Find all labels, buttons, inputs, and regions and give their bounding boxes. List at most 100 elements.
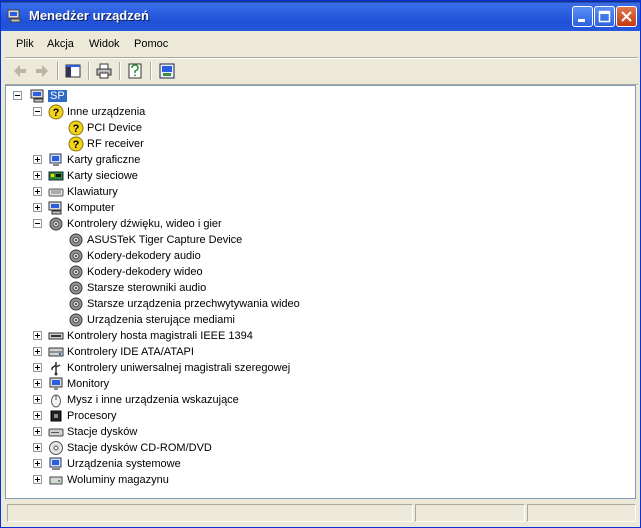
system-device-icon — [49, 457, 62, 470]
tree-node-label: Kontrolery hosta magistrali IEEE 1394 — [67, 330, 253, 342]
tree-category[interactable]: Karty sieciowe — [6, 168, 626, 184]
collapse-toggle[interactable] — [13, 91, 22, 100]
title-bar[interactable]: Menedżer urządzeń — [1, 1, 640, 31]
window-title: Menedżer urządzeń — [29, 8, 149, 23]
speaker-icon — [69, 265, 83, 279]
speaker-icon — [69, 249, 83, 263]
tree-node-label: Stacje dysków CD-ROM/DVD — [67, 442, 212, 454]
menu-widok[interactable]: Widok — [89, 38, 120, 50]
expand-toggle[interactable] — [33, 363, 42, 372]
tree-device[interactable]: Starsze sterowniki audio — [6, 280, 626, 296]
ide-controller-icon — [48, 347, 64, 357]
expand-toggle[interactable] — [33, 379, 42, 388]
tree-node-label: Stacje dysków — [67, 426, 138, 438]
tree-node-label: Procesory — [67, 410, 117, 422]
device-manager-icon — [7, 9, 21, 23]
tree-node-label: Kodery-dekodery wideo — [87, 266, 203, 278]
tree-device[interactable]: Starsze urządzenia przechwytywania wideo — [6, 296, 626, 312]
expand-toggle[interactable] — [33, 347, 42, 356]
unknown-device-icon: ? — [68, 120, 84, 136]
expand-toggle[interactable] — [33, 187, 42, 196]
svg-text:?: ? — [73, 139, 80, 151]
unknown-device-icon: ? — [68, 136, 84, 152]
minimize-icon — [578, 19, 585, 22]
back-arrow-icon[interactable] — [10, 61, 30, 81]
tree-node-label: Mysz i inne urządzenia wskazujące — [67, 394, 239, 406]
tree-device[interactable]: Kodery-dekodery audio — [6, 248, 626, 264]
tree-category[interactable]: Stacje dysków — [6, 424, 626, 440]
tree-device[interactable]: ASUSTeK Tiger Capture Device — [6, 232, 626, 248]
expand-toggle[interactable] — [33, 475, 42, 484]
properties-icon[interactable] — [125, 61, 145, 81]
tree-node-label: Klawiatury — [67, 186, 118, 198]
speaker-icon — [69, 297, 83, 311]
tree-category[interactable]: Kontrolery dźwięku, wideo i gier — [6, 216, 626, 232]
update-driver-icon[interactable] — [157, 61, 177, 81]
tree-category[interactable]: Kontrolery IDE ATA/ATAPI — [6, 344, 626, 360]
menu-plik[interactable]: Plik — [16, 38, 34, 50]
maximize-icon — [598, 10, 611, 23]
tree-node-label: Starsze urządzenia przechwytywania wideo — [87, 298, 300, 310]
tree-category[interactable]: Karty graficzne — [6, 152, 626, 168]
unknown-device-icon: ? — [48, 104, 64, 120]
tree-device[interactable]: Urządzenia sterujące mediami — [6, 312, 626, 328]
tree-category[interactable]: Kontrolery hosta magistrali IEEE 1394 — [6, 328, 626, 344]
tree-node-label: Urządzenia sterujące mediami — [87, 314, 235, 326]
mouse-icon — [51, 394, 61, 408]
tree-category[interactable]: Stacje dysków CD-ROM/DVD — [6, 440, 626, 456]
svg-text:?: ? — [53, 107, 60, 119]
tree-category[interactable]: Procesory — [6, 408, 626, 424]
tree-node-label: Kontrolery IDE ATA/ATAPI — [67, 346, 194, 358]
tree-root-label: SP — [48, 90, 67, 102]
tree-category[interactable]: ? Inne urządzenia — [6, 104, 626, 120]
tree-device[interactable]: ? RF receiver — [6, 136, 626, 152]
tree-category[interactable]: Komputer — [6, 200, 626, 216]
collapse-toggle[interactable] — [33, 219, 42, 228]
status-panel-3 — [527, 504, 636, 522]
device-tree[interactable]: SP ? Inne urządzenia? PCI Device? RF receiv… — [5, 85, 636, 499]
tree-node-label: Monitory — [67, 378, 110, 390]
expand-toggle[interactable] — [33, 411, 42, 420]
expand-toggle[interactable] — [33, 203, 42, 212]
tree-category[interactable]: Monitory — [6, 376, 626, 392]
expand-toggle[interactable] — [33, 459, 42, 468]
expand-toggle[interactable] — [33, 155, 42, 164]
svg-text:?: ? — [73, 123, 80, 135]
close-icon — [621, 11, 632, 22]
tree-node-label: Karty sieciowe — [67, 170, 138, 182]
tree-node-label: Woluminy magazynu — [67, 474, 169, 486]
collapse-toggle[interactable] — [33, 107, 42, 116]
expand-toggle[interactable] — [33, 427, 42, 436]
menu-akcja[interactable]: Akcja — [47, 38, 74, 50]
tree-device[interactable]: Kodery-dekodery wideo — [6, 264, 626, 280]
toolbar-divider — [88, 62, 90, 80]
ieee1394-icon — [48, 332, 64, 340]
close-button[interactable] — [616, 6, 637, 27]
menu-pomoc[interactable]: Pomoc — [134, 38, 168, 50]
tree-category[interactable]: Klawiatury — [6, 184, 626, 200]
tree-category[interactable]: Mysz i inne urządzenia wskazujące — [6, 392, 626, 408]
maximize-button[interactable] — [594, 6, 615, 27]
network-adapter-icon — [48, 171, 64, 181]
show-hide-console-tree-icon[interactable] — [63, 61, 83, 81]
expand-toggle[interactable] — [33, 395, 42, 404]
expand-toggle[interactable] — [33, 443, 42, 452]
expand-toggle[interactable] — [33, 171, 42, 180]
print-icon[interactable] — [94, 61, 114, 81]
minimize-button[interactable] — [572, 6, 593, 27]
disk-drive-icon — [48, 428, 64, 437]
tree-device[interactable]: ? PCI Device — [6, 120, 626, 136]
tree-category[interactable]: Woluminy magazynu — [6, 472, 626, 488]
toolbar-divider — [150, 62, 152, 80]
tree-node-label: ASUSTeK Tiger Capture Device — [87, 234, 243, 246]
toolbar — [5, 59, 638, 84]
tree-root[interactable]: SP — [12, 88, 72, 104]
tree-category[interactable]: Kontrolery uniwersalnej magistrali szere… — [6, 360, 626, 376]
forward-arrow-icon[interactable] — [32, 61, 52, 81]
processor-icon — [50, 410, 62, 422]
tree-category[interactable]: Urządzenia systemowe — [6, 456, 626, 472]
toolbar-divider — [119, 62, 121, 80]
computer-icon — [30, 89, 44, 103]
expand-toggle[interactable] — [33, 331, 42, 340]
computer-icon — [48, 201, 62, 215]
